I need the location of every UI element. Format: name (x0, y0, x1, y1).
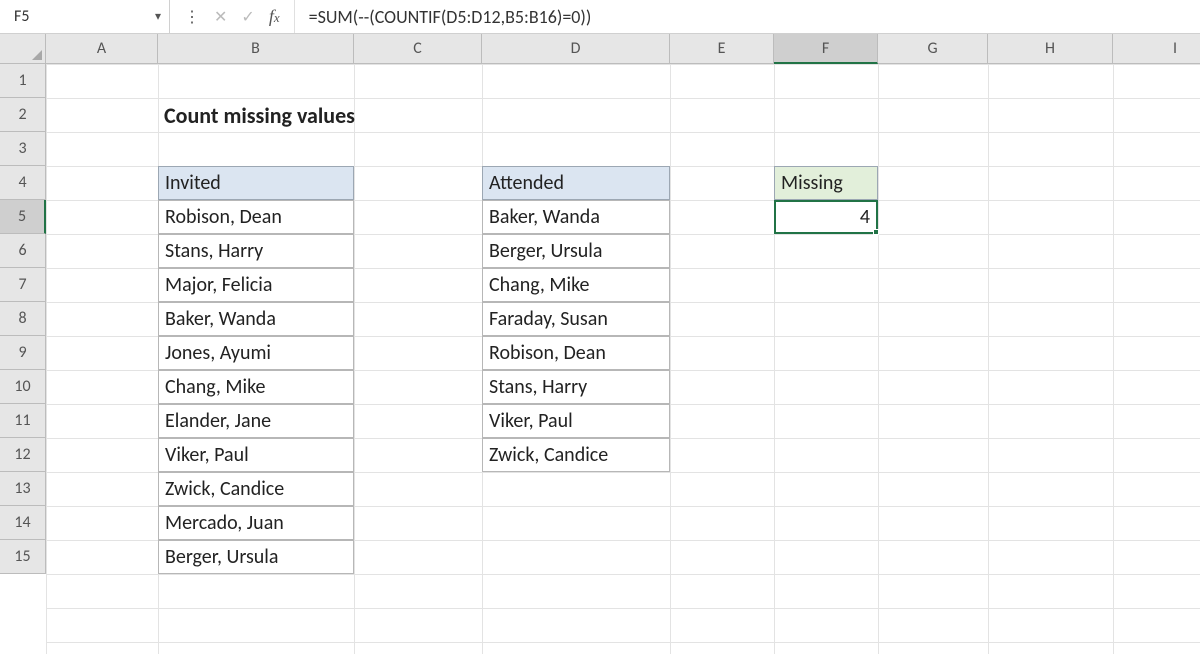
row-header-6[interactable]: 6 (0, 234, 46, 268)
attended-cell[interactable]: Berger, Ursula (482, 234, 670, 268)
row-header-15[interactable]: 15 (0, 540, 46, 574)
invited-cell[interactable]: Zwick, Candice (158, 472, 354, 506)
formula-bar-buttons: ⋮ ✕ ✓ fx (170, 0, 295, 33)
invited-cell[interactable]: Baker, Wanda (158, 302, 354, 336)
row-header-7[interactable]: 7 (0, 268, 46, 302)
row-header-1[interactable]: 1 (0, 64, 46, 98)
column-header-H[interactable]: H (988, 34, 1113, 64)
row-header-2[interactable]: 2 (0, 98, 46, 132)
formula-text: =SUM(--(COUNTIF(D5:D12,B5:B16)=0)) (309, 6, 592, 28)
row-header-11[interactable]: 11 (0, 404, 46, 438)
column-header-E[interactable]: E (670, 34, 774, 64)
name-box-value: F5 (14, 7, 29, 26)
enter-icon[interactable]: ✓ (241, 7, 254, 27)
attended-cell[interactable]: Robison, Dean (482, 336, 670, 370)
row-header-4[interactable]: 4 (0, 166, 46, 200)
attended-cell[interactable]: Stans, Harry (482, 370, 670, 404)
column-header-D[interactable]: D (482, 34, 670, 64)
row-header-8[interactable]: 8 (0, 302, 46, 336)
formula-input[interactable]: =SUM(--(COUNTIF(D5:D12,B5:B16)=0)) (295, 0, 1200, 33)
invited-cell[interactable]: Chang, Mike (158, 370, 354, 404)
page-title[interactable]: Count missing values (158, 98, 361, 132)
row-header-14[interactable]: 14 (0, 506, 46, 540)
attended-cell[interactable]: Baker, Wanda (482, 200, 670, 234)
cancel-icon[interactable]: ✕ (214, 7, 227, 27)
row-header-5[interactable]: 5 (0, 200, 46, 234)
column-header-C[interactable]: C (354, 34, 482, 64)
ellipsis-icon[interactable]: ⋮ (184, 7, 200, 27)
fx-icon[interactable]: fx (269, 6, 280, 27)
missing-header[interactable]: Missing (774, 166, 878, 200)
name-box[interactable]: F5 ▾ (0, 0, 170, 33)
row-headers: 123456789101112131415 (0, 64, 46, 574)
invited-cell[interactable]: Robison, Dean (158, 200, 354, 234)
column-header-A[interactable]: A (46, 34, 158, 64)
row-header-12[interactable]: 12 (0, 438, 46, 472)
invited-cell[interactable]: Major, Felicia (158, 268, 354, 302)
invited-cell[interactable]: Berger, Ursula (158, 540, 354, 574)
invited-cell[interactable]: Viker, Paul (158, 438, 354, 472)
row-header-9[interactable]: 9 (0, 336, 46, 370)
chevron-down-icon[interactable]: ▾ (155, 9, 161, 24)
select-all-corner[interactable] (0, 34, 46, 64)
column-header-G[interactable]: G (878, 34, 988, 64)
attended-cell[interactable]: Faraday, Susan (482, 302, 670, 336)
attended-header[interactable]: Attended (482, 166, 670, 200)
invited-cell[interactable]: Jones, Ayumi (158, 336, 354, 370)
fill-handle[interactable] (873, 229, 879, 235)
column-header-B[interactable]: B (158, 34, 354, 64)
row-header-13[interactable]: 13 (0, 472, 46, 506)
attended-cell[interactable]: Chang, Mike (482, 268, 670, 302)
invited-cell[interactable]: Stans, Harry (158, 234, 354, 268)
column-header-F[interactable]: F (774, 34, 878, 64)
spreadsheet-grid[interactable]: ABCDEFGHI 123456789101112131415 Count mi… (0, 34, 1200, 630)
missing-value[interactable]: 4 (774, 200, 878, 234)
column-header-I[interactable]: I (1113, 34, 1200, 64)
row-header-3[interactable]: 3 (0, 132, 46, 166)
cells-area[interactable]: Count missing valuesInvitedRobison, Dean… (46, 64, 1200, 630)
invited-header[interactable]: Invited (158, 166, 354, 200)
attended-cell[interactable]: Zwick, Candice (482, 438, 670, 472)
column-headers: ABCDEFGHI (46, 34, 1200, 64)
formula-bar: F5 ▾ ⋮ ✕ ✓ fx =SUM(--(COUNTIF(D5:D12,B5:… (0, 0, 1200, 34)
attended-cell[interactable]: Viker, Paul (482, 404, 670, 438)
invited-cell[interactable]: Elander, Jane (158, 404, 354, 438)
row-header-10[interactable]: 10 (0, 370, 46, 404)
invited-cell[interactable]: Mercado, Juan (158, 506, 354, 540)
